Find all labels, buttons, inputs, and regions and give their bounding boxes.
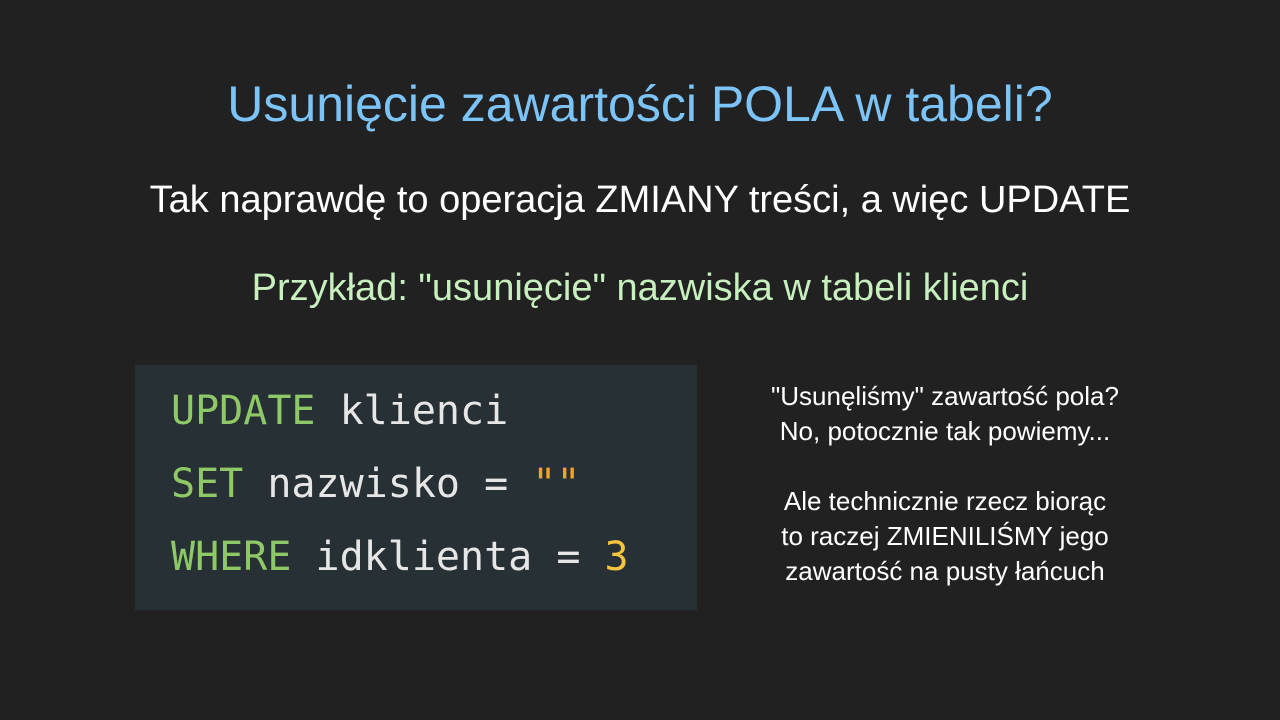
note-line: "Usunęliśmy" zawartość pola?	[771, 381, 1119, 411]
slide: Usunięcie zawartości POLA w tabeli? Tak …	[0, 0, 1280, 720]
sql-keyword-update: UPDATE	[171, 388, 316, 434]
sql-table-name: klienci	[315, 388, 509, 434]
sql-keyword-where: WHERE	[171, 534, 292, 580]
sql-operator-equals: =	[460, 461, 533, 507]
sql-column-idklienta: idklienta	[291, 534, 533, 580]
note-explanation: Ale technicznie rzecz biorąc to raczej Z…	[720, 484, 1170, 589]
note-line: No, potocznie tak powiemy...	[779, 416, 1111, 446]
code-line-set: SET nazwisko = ""	[171, 458, 697, 531]
note-line: zawartość na pusty łańcuch	[785, 556, 1105, 586]
sql-column-nazwisko: nazwisko	[243, 461, 460, 507]
slide-subtitle: Tak naprawdę to operacja ZMIANY treści, …	[149, 179, 1131, 221]
sql-empty-string: ""	[532, 461, 581, 507]
sql-keyword-set: SET	[171, 461, 244, 507]
code-line-update: UPDATE klienci	[171, 385, 697, 458]
note-question: "Usunęliśmy" zawartość pola? No, potoczn…	[720, 379, 1170, 449]
sql-number-value: 3	[604, 534, 629, 580]
slide-title: Usunięcie zawartości POLA w tabeli?	[227, 76, 1053, 132]
sql-code-block: UPDATE klienci SET nazwisko = "" WHERE i…	[135, 365, 697, 610]
code-line-where: WHERE idklienta = 3	[171, 531, 697, 604]
example-heading: Przykład: "usunięcie" nazwiska w tabeli …	[251, 267, 1029, 309]
sql-operator-equals: =	[532, 534, 605, 580]
note-line: to raczej ZMIENILIŚMY jego	[781, 521, 1109, 551]
note-line: Ale technicznie rzecz biorąc	[783, 486, 1107, 516]
